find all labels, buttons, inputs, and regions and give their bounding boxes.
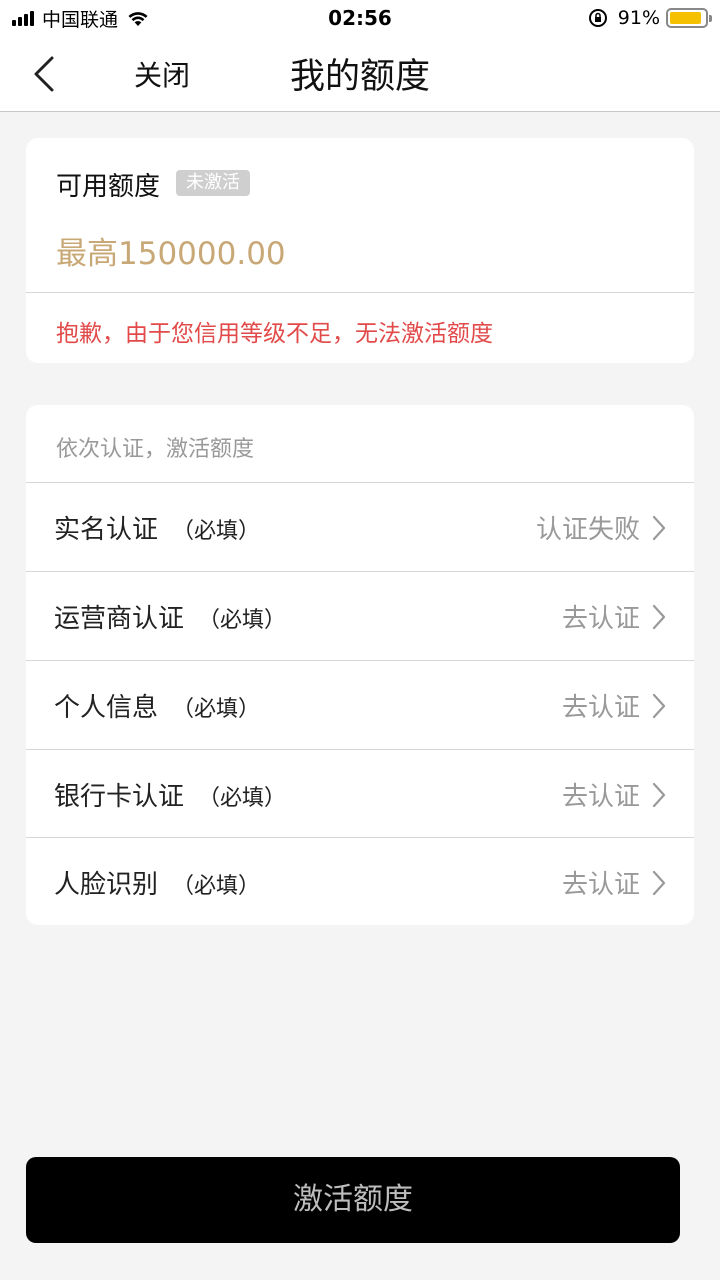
verification-steps-card: 依次认证，激活额度 实名认证 （必填） 认证失败 运营商认证 （必填） 去认证 个人… — [26, 405, 694, 925]
page-title-text: 我的额度 — [289, 57, 430, 97]
step-status: 去认证 — [561, 870, 640, 900]
step-label-text: 个人信息 — [54, 693, 159, 723]
chevron-right-icon — [652, 782, 666, 808]
required-tag: （必填） — [172, 519, 261, 544]
page-title: 我的额度 — [0, 48, 720, 99]
quota-card: 可用额度 未激活 最高150000.00 抱歉，由于您信用等级不足，无法激活额度 — [26, 138, 694, 363]
step-label: 个人信息 （必填） — [54, 687, 260, 724]
required-tag: （必填） — [172, 697, 261, 722]
battery-icon — [666, 8, 712, 28]
divider — [26, 292, 694, 293]
step-status: 去认证 — [561, 782, 640, 812]
step-label: 实名认证 （必填） — [54, 509, 260, 546]
activate-quota-button[interactable]: 激活额度 — [26, 1157, 680, 1243]
chevron-right-icon — [652, 693, 666, 719]
step-label: 人脸识别 （必填） — [54, 864, 260, 901]
step-row-face-recognition[interactable]: 人脸识别 （必填） 去认证 — [26, 837, 694, 925]
chevron-right-icon — [652, 604, 666, 630]
battery-percent: 91% — [617, 7, 660, 29]
chevron-right-icon — [652, 515, 666, 541]
orientation-lock-icon — [588, 9, 607, 27]
status-right: 91% — [588, 6, 712, 30]
step-label: 银行卡认证 （必填） — [54, 776, 286, 813]
step-row-personal-info[interactable]: 个人信息 （必填） 去认证 — [26, 660, 694, 748]
step-label-text: 人脸识别 — [54, 870, 159, 900]
battery-fill — [670, 12, 701, 24]
step-label-text: 实名认证 — [54, 515, 159, 545]
chevron-right-icon — [652, 870, 666, 896]
status-bar: 中国联通 02:56 91% — [0, 0, 720, 36]
step-status: 去认证 — [561, 693, 640, 723]
status-badge: 未激活 — [176, 170, 250, 196]
error-message: 抱歉，由于您信用等级不足，无法激活额度 — [56, 321, 493, 347]
steps-hint: 依次认证，激活额度 — [56, 437, 255, 462]
step-row-carrier[interactable]: 运营商认证 （必填） 去认证 — [26, 571, 694, 659]
step-row-bank-card[interactable]: 银行卡认证 （必填） 去认证 — [26, 749, 694, 837]
required-tag: （必填） — [172, 874, 261, 899]
step-status: 去认证 — [561, 604, 640, 634]
step-label-text: 银行卡认证 — [54, 782, 185, 812]
quota-amount: 最高150000.00 — [56, 236, 286, 272]
available-quota-label: 可用额度 — [56, 172, 161, 202]
step-label-text: 运营商认证 — [54, 604, 185, 634]
step-label: 运营商认证 （必填） — [54, 598, 286, 635]
navigation-bar: 关闭 我的额度 — [0, 36, 720, 112]
step-status: 认证失败 — [535, 515, 640, 545]
required-tag: （必填） — [198, 608, 287, 633]
required-tag: （必填） — [198, 786, 287, 811]
step-row-real-name[interactable]: 实名认证 （必填） 认证失败 — [26, 482, 694, 570]
